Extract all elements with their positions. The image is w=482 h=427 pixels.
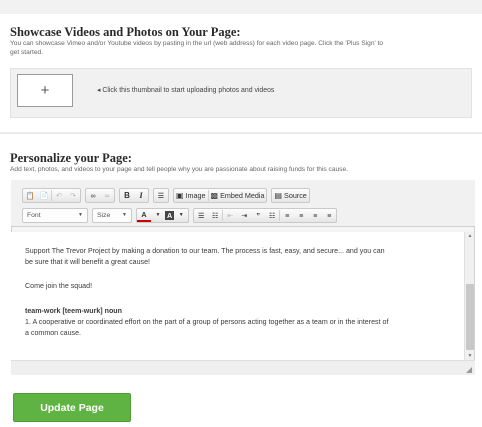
numbered-list-icon[interactable]: ☰ (194, 209, 208, 222)
font-select[interactable]: Font ▼ (22, 207, 88, 223)
resize-grip-icon[interactable] (466, 367, 472, 373)
redo-icon[interactable]: ↷ (66, 189, 80, 202)
bold-button[interactable]: B (120, 189, 134, 202)
size-select-label: Size (97, 211, 111, 219)
scroll-up-icon[interactable]: ▲ (465, 233, 475, 239)
showcase-title: Showcase Videos and Photos on Your Page: (10, 25, 241, 39)
link-icon[interactable]: ∞ (86, 189, 100, 202)
indent-icon[interactable]: ⇥ (237, 209, 251, 222)
embed-media-label: Embed Media (220, 190, 265, 200)
image-icon: ▣ (176, 190, 184, 200)
embed-media-icon: ▩ (210, 190, 219, 200)
align-center-icon[interactable]: ≡ (294, 209, 308, 222)
source-icon: ▤ (274, 190, 283, 200)
unlink-icon[interactable]: ≃ (100, 189, 114, 202)
personalize-title: Personalize your Page: (10, 151, 132, 165)
italic-button[interactable]: I (134, 189, 148, 202)
plus-icon: + (40, 82, 50, 99)
upload-thumbnail-button[interactable]: + (17, 74, 73, 107)
horizontal-rule-icon[interactable]: ☰ (154, 189, 168, 202)
scroll-down-icon[interactable]: ▼ (465, 353, 475, 359)
showcase-description: You can showcase Vimeo and/or Youtube vi… (10, 40, 480, 57)
editor-content-area[interactable]: Support The Trevor Project by making a d… (11, 232, 464, 360)
image-label: Image (185, 190, 206, 200)
basic-style-group: B I (119, 187, 149, 203)
top-strip (0, 0, 482, 14)
intro-paragraph: Support The Trevor Project by making a d… (25, 246, 455, 267)
definition-line-2: a common cause. (25, 328, 81, 337)
personalize-description: Add text, photos, and videos to your pag… (10, 166, 348, 173)
source-label: Source (284, 190, 307, 200)
image-button[interactable]: ▣ Image (174, 189, 208, 202)
intro-line-2: be sure that it will benefit a great cau… (25, 257, 150, 266)
chevron-down-icon[interactable]: ▼ (151, 209, 165, 222)
font-select-label: Font (27, 211, 41, 219)
rule-group: ☰ (153, 187, 169, 203)
bulleted-list-icon[interactable]: ☷ (208, 209, 222, 222)
editor-scrollbar[interactable]: ▲ ▼ (464, 232, 474, 360)
update-page-button[interactable]: Update Page (13, 393, 131, 422)
embed-media-button[interactable]: ▩ Embed Media (209, 189, 267, 202)
size-select[interactable]: Size ▼ (92, 207, 132, 223)
term-text: team-work [teem-wurk] noun (25, 307, 122, 315)
background-color-button[interactable]: A (165, 210, 175, 220)
upload-hint: ◂ Click this thumbnail to start uploadin… (97, 87, 275, 94)
align-right-icon[interactable]: ≡ (308, 209, 322, 222)
insert-group: ▣ Image ▩ Embed Media (173, 187, 268, 203)
text-color-button[interactable]: A (137, 209, 151, 222)
align-left-icon[interactable]: ≡ (280, 209, 294, 222)
outdent-icon[interactable]: ⇤ (223, 209, 237, 222)
blockquote-icon[interactable]: ” (251, 209, 265, 222)
source-group: ▤ Source (271, 187, 310, 203)
paste-icon[interactable]: 📋 (23, 189, 37, 202)
chevron-down-icon: ▼ (78, 212, 83, 218)
source-button[interactable]: ▤ Source (272, 189, 308, 202)
definition-term: team-work [teem-wurk] noun (25, 306, 455, 317)
justify-icon[interactable]: ≡ (322, 209, 336, 222)
scroll-thumb[interactable] (466, 284, 474, 350)
toolbar-row-1: 📋 📄 ↶ ↷ ∞ ≃ B I ☰ ▣ Image ▩ Embed Media (22, 187, 314, 203)
chevron-down-icon: ▼ (122, 212, 127, 218)
chevron-down-icon[interactable]: ▼ (174, 209, 188, 222)
toolbar-row-2: Font ▼ Size ▼ A ▼ A ▼ ☰ ☷ ⇤ ⇥ ” ☷ ≡ ≡ ≡ … (22, 207, 341, 223)
intro-line-1: Support The Trevor Project by making a d… (25, 247, 385, 255)
div-icon[interactable]: ☷ (265, 209, 279, 222)
definition-paragraph: 1. A cooperative or coordinated effort o… (25, 317, 455, 338)
list-group: ☰ ☷ ⇤ ⇥ ” ☷ ≡ ≡ ≡ ≡ (193, 207, 338, 223)
showcase-description-line1: You can showcase Vimeo and/or Youtube vi… (10, 40, 384, 47)
paste-text-icon[interactable]: 📄 (37, 189, 51, 202)
link-group: ∞ ≃ (85, 187, 115, 203)
section-divider (0, 132, 482, 134)
definition-line-1: 1. A cooperative or coordinated effort o… (25, 318, 389, 326)
editor-status-bar (11, 360, 475, 375)
color-group: A ▼ A ▼ (136, 207, 190, 223)
join-paragraph: Come join the squad! (25, 282, 93, 290)
clipboard-group: 📋 📄 ↶ ↷ (22, 187, 81, 203)
showcase-description-line2: get started. (10, 48, 43, 56)
undo-icon[interactable]: ↶ (52, 189, 66, 202)
editor-toolbar: 📋 📄 ↶ ↷ ∞ ≃ B I ☰ ▣ Image ▩ Embed Media (11, 180, 475, 227)
